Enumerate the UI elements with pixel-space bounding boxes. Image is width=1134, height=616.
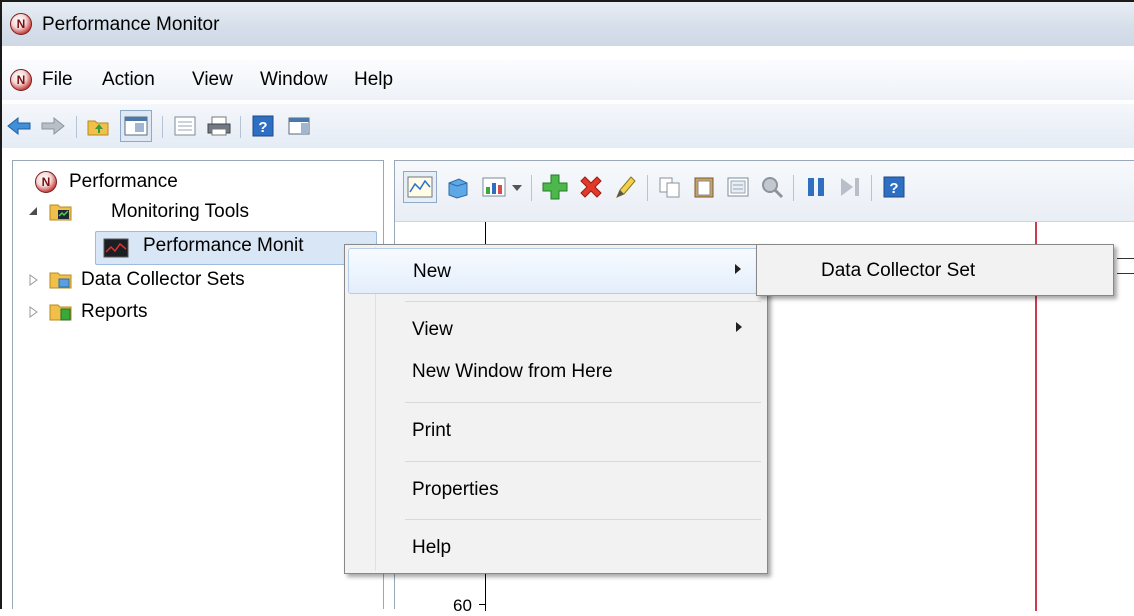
submenu-arrow-icon — [735, 264, 741, 274]
copy-properties-icon[interactable] — [657, 175, 683, 199]
back-arrow-icon[interactable] — [6, 114, 32, 138]
context-menu-label: Properties — [412, 479, 499, 500]
reports-icon — [49, 304, 72, 321]
toolbar-separator — [240, 116, 241, 138]
system-menu-icon[interactable] — [10, 69, 32, 91]
context-menu-label: View — [412, 319, 453, 340]
view-histogram-icon[interactable] — [445, 175, 471, 199]
context-menu-separator — [405, 301, 761, 302]
title-bar[interactable]: Performance Monitor — [2, 2, 1134, 46]
properties-icon[interactable] — [725, 175, 751, 199]
context-menu-item-print[interactable]: Print — [348, 408, 764, 454]
add-counter-icon[interactable] — [541, 173, 569, 201]
context-menu-label: Help — [412, 537, 452, 558]
monitoring-tools-icon — [49, 204, 72, 221]
forward-arrow-icon[interactable] — [40, 114, 66, 138]
paste-counter-list-icon[interactable] — [691, 175, 717, 199]
zoom-icon[interactable] — [759, 175, 785, 199]
context-menu-separator — [405, 402, 761, 403]
graph-toolbar: ? — [395, 161, 1134, 221]
context-menu: New View New Window from Here Print Prop… — [344, 244, 768, 574]
help-icon[interactable]: ? — [881, 175, 907, 199]
graph-frame-edge — [1117, 258, 1134, 274]
graph-toolbar-separator — [647, 175, 648, 201]
tree-item-data-collector-sets[interactable]: Data Collector Sets — [81, 269, 245, 291]
context-menu-label: New Window from Here — [412, 361, 613, 382]
context-menu-separator — [405, 461, 761, 462]
action-pane-icon[interactable] — [286, 114, 312, 138]
context-menu-item-view[interactable]: View — [348, 307, 764, 353]
menu-help[interactable]: Help — [354, 69, 393, 91]
tree-collapsed-arrow-icon[interactable] — [27, 273, 39, 287]
submenu-arrow-icon — [736, 322, 742, 332]
tree-item-performance-monitor[interactable]: Performance Monit — [143, 235, 304, 257]
delete-counter-icon[interactable] — [577, 173, 605, 201]
svg-text:?: ? — [258, 119, 267, 136]
y-axis-tick-label: 60 — [453, 596, 472, 615]
context-menu-separator — [405, 519, 761, 520]
submenu-item-data-collector-set[interactable]: Data Collector Set — [757, 245, 1113, 295]
view-graph-icon[interactable] — [403, 171, 437, 203]
menu-bar: File Action View Window Help — [2, 60, 1134, 100]
highlight-icon[interactable] — [611, 173, 639, 201]
graph-toolbar-separator — [793, 175, 794, 201]
tree-expanded-arrow-icon[interactable] — [27, 205, 39, 217]
context-menu-item-help[interactable]: Help — [348, 525, 764, 571]
submenu-new: Data Collector Set — [756, 244, 1114, 296]
menu-window[interactable]: Window — [260, 69, 328, 91]
main-toolbar: ? — [2, 104, 1134, 148]
context-menu-item-new[interactable]: New — [348, 248, 764, 294]
menu-file[interactable]: File — [42, 69, 73, 91]
help-icon[interactable]: ? — [250, 114, 276, 138]
menu-action[interactable]: Action — [102, 69, 155, 91]
graph-toolbar-separator — [531, 175, 532, 201]
toolbar-separator — [162, 116, 163, 138]
context-menu-item-properties[interactable]: Properties — [348, 467, 764, 513]
chevron-down-icon[interactable] — [511, 183, 523, 193]
submenu-label: Data Collector Set — [821, 260, 976, 281]
window-title: Performance Monitor — [42, 14, 220, 35]
tree-item-performance[interactable]: Performance — [69, 171, 178, 193]
freeze-display-icon[interactable] — [803, 175, 829, 199]
graph-toolbar-separator — [871, 175, 872, 201]
update-data-icon[interactable] — [837, 175, 863, 199]
menu-view[interactable]: View — [192, 69, 233, 91]
tree-item-monitoring-tools[interactable]: Monitoring Tools — [111, 201, 249, 223]
change-graph-type-icon[interactable] — [481, 175, 507, 199]
toolbar-separator — [76, 116, 77, 138]
up-folder-icon[interactable] — [86, 114, 112, 138]
performance-node-icon — [35, 171, 57, 193]
print-icon[interactable] — [206, 114, 232, 138]
svg-text:?: ? — [889, 180, 898, 197]
context-menu-label: Print — [412, 420, 452, 441]
context-menu-item-new-window-from-here[interactable]: New Window from Here — [348, 349, 764, 395]
context-menu-label: New — [413, 261, 452, 282]
tree-item-reports[interactable]: Reports — [81, 301, 148, 323]
show-hide-tree-icon[interactable] — [120, 110, 152, 142]
data-collector-sets-icon — [49, 272, 72, 289]
tree-collapsed-arrow-icon[interactable] — [27, 305, 39, 319]
navigation-tree-pane: Performance Monitoring Tools Performance… — [12, 160, 384, 609]
export-list-icon[interactable] — [172, 114, 198, 138]
performance-monitor-graph-icon — [103, 238, 129, 258]
perfmon-app-icon — [10, 13, 32, 35]
